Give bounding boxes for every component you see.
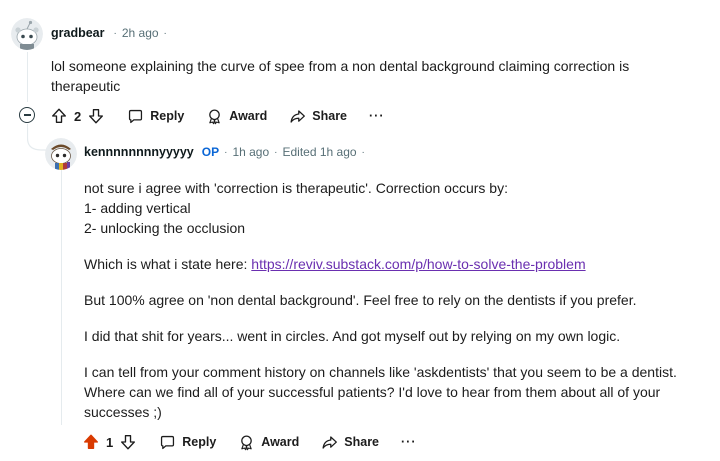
paragraph: not sure i agree with 'correction is the…	[84, 178, 704, 238]
comment-text: 1- adding vertical	[84, 200, 191, 216]
comment-header: gradbear · 2h ago ·	[51, 26, 172, 40]
share-icon	[322, 435, 338, 449]
comment-text: not sure i agree with 'correction is the…	[84, 180, 508, 196]
downvote-icon[interactable]	[87, 107, 105, 125]
share-button[interactable]: Share	[289, 108, 347, 125]
comment-text: Which is what i state here:	[84, 256, 252, 272]
reply-label: Reply	[182, 435, 217, 449]
timestamp[interactable]: 2h ago	[122, 26, 159, 40]
vote-control: 1	[82, 433, 137, 451]
reply-label: Reply	[150, 109, 185, 123]
thread-branch-curve	[27, 128, 47, 151]
reddit-avatar-icon	[45, 138, 77, 170]
award-button[interactable]: Award	[238, 434, 299, 451]
award-label: Award	[229, 109, 268, 123]
avatar[interactable]	[11, 18, 43, 50]
thread-line-op	[61, 170, 62, 425]
paragraph: I did that shit for years... went in cir…	[84, 328, 621, 344]
comment-body: lol someone explaining the curve of spee…	[51, 56, 691, 96]
separator-dot: ·	[274, 146, 278, 158]
edited-label: Edited 1h ago	[282, 145, 357, 159]
separator-dot: ·	[113, 27, 117, 39]
vote-count: 1	[106, 434, 114, 450]
share-label: Share	[344, 435, 380, 449]
paragraph: I can tell from your comment history on …	[84, 364, 677, 420]
paragraph: But 100% agree on 'non dental background…	[84, 292, 637, 308]
substack-link[interactable]: https://reviv.substack.com/p/how-to-solv…	[251, 256, 585, 272]
separator-dot: ·	[224, 146, 228, 158]
comment-text: 2- unlocking the occlusion	[84, 220, 246, 236]
reply-button[interactable]: Reply	[127, 108, 184, 125]
upvote-icon[interactable]	[50, 107, 68, 125]
comment-body: not sure i agree with 'correction is the…	[84, 178, 704, 422]
reply-icon	[161, 435, 175, 449]
share-button[interactable]: Share	[321, 434, 379, 451]
share-icon	[290, 109, 306, 123]
reddit-avatar-icon	[11, 18, 43, 50]
action-row: 2 Reply Award Share ···	[50, 106, 385, 126]
thread-line-main	[27, 52, 28, 102]
share-label: Share	[312, 109, 348, 123]
separator-dot: ·	[163, 27, 167, 39]
separator-dot: ·	[361, 146, 365, 158]
upvote-icon[interactable]	[82, 433, 100, 451]
vote-count: 2	[74, 108, 82, 124]
more-icon[interactable]: ···	[401, 435, 417, 449]
reply-icon	[129, 109, 143, 123]
award-button[interactable]: Award	[206, 108, 267, 125]
reply-button[interactable]: Reply	[159, 434, 216, 451]
comment-header: kennnnnnnnyyyyy OP · 1h ago · Edited 1h …	[84, 145, 370, 159]
avatar[interactable]	[45, 138, 77, 170]
downvote-icon[interactable]	[119, 433, 137, 451]
action-row: 1 Reply Award Share ···	[82, 432, 417, 452]
comment-text: lol someone explaining the curve of spee…	[51, 58, 630, 94]
author-name[interactable]: kennnnnnnnyyyyy	[84, 145, 194, 159]
author-name[interactable]: gradbear	[51, 26, 105, 40]
paragraph: Which is what i state here: https://revi…	[84, 254, 704, 274]
collapse-icon[interactable]	[19, 107, 35, 123]
timestamp[interactable]: 1h ago	[232, 145, 269, 159]
award-label: Award	[261, 435, 300, 449]
vote-control: 2	[50, 107, 105, 125]
op-badge: OP	[201, 145, 220, 159]
award-icon	[241, 434, 253, 450]
award-icon	[209, 108, 221, 124]
more-icon[interactable]: ···	[369, 109, 385, 123]
